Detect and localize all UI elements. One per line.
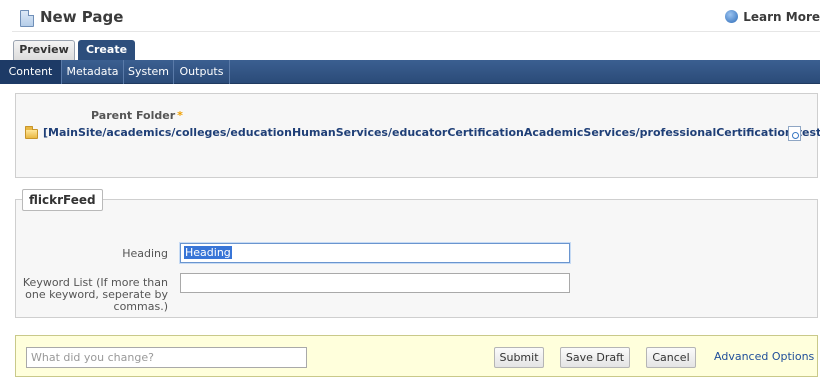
action-bar: What did you change? Submit Save Draft C… bbox=[15, 335, 818, 377]
required-marker: * bbox=[177, 109, 183, 122]
parent-folder-label-text: Parent Folder bbox=[91, 109, 176, 122]
save-draft-button[interactable]: Save Draft bbox=[560, 347, 630, 368]
folder-icon bbox=[25, 126, 38, 139]
page-header: New Page Learn More bbox=[0, 0, 820, 38]
sub-navigation: Content Metadata System Outputs bbox=[0, 60, 820, 84]
keyword-label-line-3: commas.) bbox=[113, 300, 168, 313]
cancel-button[interactable]: Cancel bbox=[646, 347, 696, 368]
header-divider bbox=[12, 31, 820, 32]
learn-more-link[interactable]: Learn More bbox=[725, 10, 820, 24]
help-icon bbox=[725, 10, 739, 23]
parent-folder-label: Parent Folder * bbox=[91, 109, 183, 122]
tab-create[interactable]: Create bbox=[78, 40, 135, 60]
keyword-list-input[interactable] bbox=[180, 273, 570, 293]
heading-input-value: Heading bbox=[184, 246, 232, 259]
parent-folder-path[interactable]: [MainSite/academics/colleges/educationHu… bbox=[43, 126, 820, 139]
subnav-content[interactable]: Content bbox=[0, 60, 62, 84]
browse-folder-icon[interactable] bbox=[788, 126, 801, 141]
subnav-metadata[interactable]: Metadata bbox=[62, 60, 124, 84]
keyword-list-label: Keyword List (If more than one keyword, … bbox=[20, 277, 168, 313]
advanced-options-link[interactable]: Advanced Options bbox=[714, 350, 814, 363]
parent-folder-panel: Parent Folder * [MainSite/academics/colle… bbox=[15, 93, 820, 178]
page-title: New Page bbox=[40, 8, 124, 26]
page-icon bbox=[20, 10, 34, 27]
tab-preview[interactable]: Preview bbox=[13, 40, 75, 60]
learn-more-label: Learn More bbox=[743, 10, 820, 24]
heading-input[interactable]: Heading bbox=[180, 243, 570, 263]
subnav-outputs[interactable]: Outputs bbox=[174, 60, 230, 84]
change-comment-input[interactable]: What did you change? bbox=[26, 347, 307, 368]
submit-button[interactable]: Submit bbox=[494, 347, 544, 368]
flickr-feed-panel: flickrFeed Heading Heading Keyword List … bbox=[15, 189, 818, 318]
flickr-feed-legend: flickrFeed bbox=[22, 189, 103, 211]
heading-label: Heading bbox=[122, 247, 168, 260]
subnav-system[interactable]: System bbox=[124, 60, 174, 84]
